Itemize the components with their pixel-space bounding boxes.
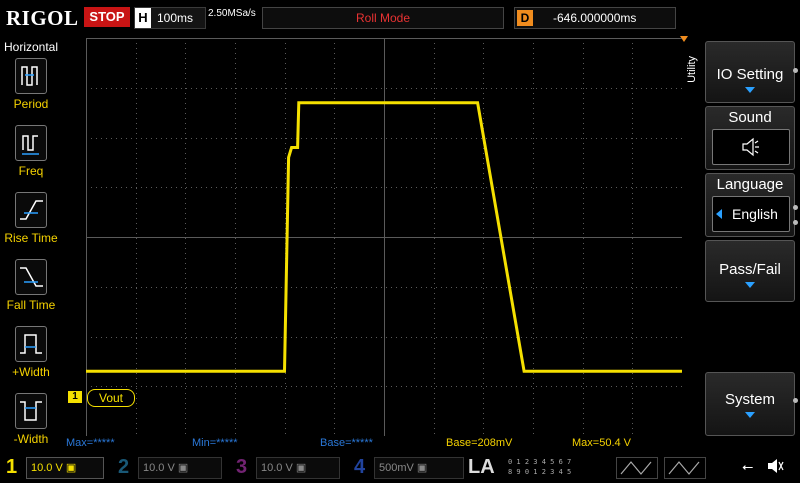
measure-negative-width-button[interactable]: -Width (0, 393, 62, 446)
chevron-left-icon (716, 209, 722, 219)
sample-rate: 2.50MSa/s (208, 8, 256, 19)
speaker-icon (742, 137, 759, 157)
softkey-indicator (793, 68, 798, 73)
measure-frequency-button[interactable]: Freq (0, 125, 62, 178)
delay-value: -646.000000ms (553, 11, 637, 25)
timebase-indicator[interactable]: H 100ms (134, 7, 206, 29)
chevron-down-icon (745, 87, 755, 93)
coupling-icon: ▣ (65, 462, 77, 474)
delay-indicator[interactable]: D -646.000000ms (514, 7, 676, 29)
softkey-indicator (793, 205, 798, 210)
channel-1-scale[interactable]: 10.0 V ▣ (26, 457, 104, 479)
language-button[interactable]: Language English (705, 173, 795, 237)
measurement-item[interactable]: Max=50.4 V (572, 437, 631, 449)
measurement-item[interactable]: Base=208mV (446, 437, 512, 449)
system-button[interactable]: System (705, 372, 795, 436)
measurement-item[interactable]: Min=***** (192, 437, 238, 449)
positive-width-icon (15, 326, 47, 362)
softkey-indicator (793, 398, 798, 403)
status-bar: RIGOL STOP H 100ms 2.50MSa/s Roll Mode D… (0, 0, 800, 36)
coupling-icon: ▣ (295, 462, 307, 474)
measurement-item[interactable]: Max=***** (66, 437, 115, 449)
brand-logo: RIGOL (6, 6, 79, 30)
speaker-icon (766, 456, 786, 481)
source-1-waveform-icon[interactable] (616, 457, 658, 479)
measure-rise-time-button[interactable]: Rise Time (0, 192, 62, 245)
rise-time-icon (15, 192, 47, 228)
timebase-label: H (135, 8, 151, 28)
channel-4-scale[interactable]: 500mV ▣ (374, 457, 464, 479)
waveform-display[interactable] (86, 38, 682, 436)
softkey-indicator (793, 220, 798, 225)
logic-analyzer-label[interactable]: LA (468, 454, 495, 480)
source-2-waveform-icon[interactable] (664, 457, 706, 479)
measurement-item[interactable]: Base=***** (320, 437, 373, 449)
timebase-value: 100ms (157, 11, 194, 25)
measurement-bar: Max=***** Min=***** Base=***** Base=208m… (62, 437, 682, 451)
delay-label: D (517, 10, 533, 26)
sound-button[interactable]: Sound (705, 106, 795, 170)
channel-4-number[interactable]: 4 (354, 454, 365, 480)
mode-indicator: Roll Mode (262, 7, 504, 29)
negative-width-icon (15, 393, 47, 429)
chevron-down-icon (745, 412, 755, 418)
frequency-icon (15, 125, 47, 161)
measure-fall-time-button[interactable]: Fall Time (0, 259, 62, 312)
sound-toggle[interactable] (712, 129, 790, 165)
measure-positive-width-button[interactable]: +Width (0, 326, 62, 379)
coupling-icon: ▣ (416, 462, 428, 474)
chevron-down-icon (745, 282, 755, 288)
coupling-icon: ▣ (177, 462, 189, 474)
run-stop-indicator[interactable]: STOP (84, 7, 130, 27)
io-setting-button[interactable]: IO Setting (705, 41, 795, 103)
language-selector[interactable]: English (712, 196, 790, 232)
pass-fail-button[interactable]: Pass/Fail (705, 240, 795, 302)
channel-2-number[interactable]: 2 (118, 454, 129, 480)
channel-bar: 1 10.0 V ▣ 2 10.0 V ▣ 3 10.0 V ▣ 4 500mV… (0, 454, 800, 480)
usb-icon: ⭠ (742, 458, 754, 474)
channel-3-scale[interactable]: 10.0 V ▣ (256, 457, 340, 479)
period-icon (15, 58, 47, 94)
channel-2-scale[interactable]: 10.0 V ▣ (138, 457, 222, 479)
graticule (86, 38, 682, 436)
logic-channel-grid: 0 1 2 3 4 5 6 7 8 9 0 1 2 3 4 5 (508, 458, 572, 476)
channel-3-number[interactable]: 3 (236, 454, 247, 480)
channel-1-label: Vout (87, 389, 135, 407)
measure-period-button[interactable]: Period (0, 58, 62, 111)
channel-1-number[interactable]: 1 (6, 454, 17, 480)
menu-title: Horizontal (3, 40, 59, 54)
fall-time-icon (15, 259, 47, 295)
channel-1-offset-marker[interactable]: 1 (68, 391, 82, 403)
